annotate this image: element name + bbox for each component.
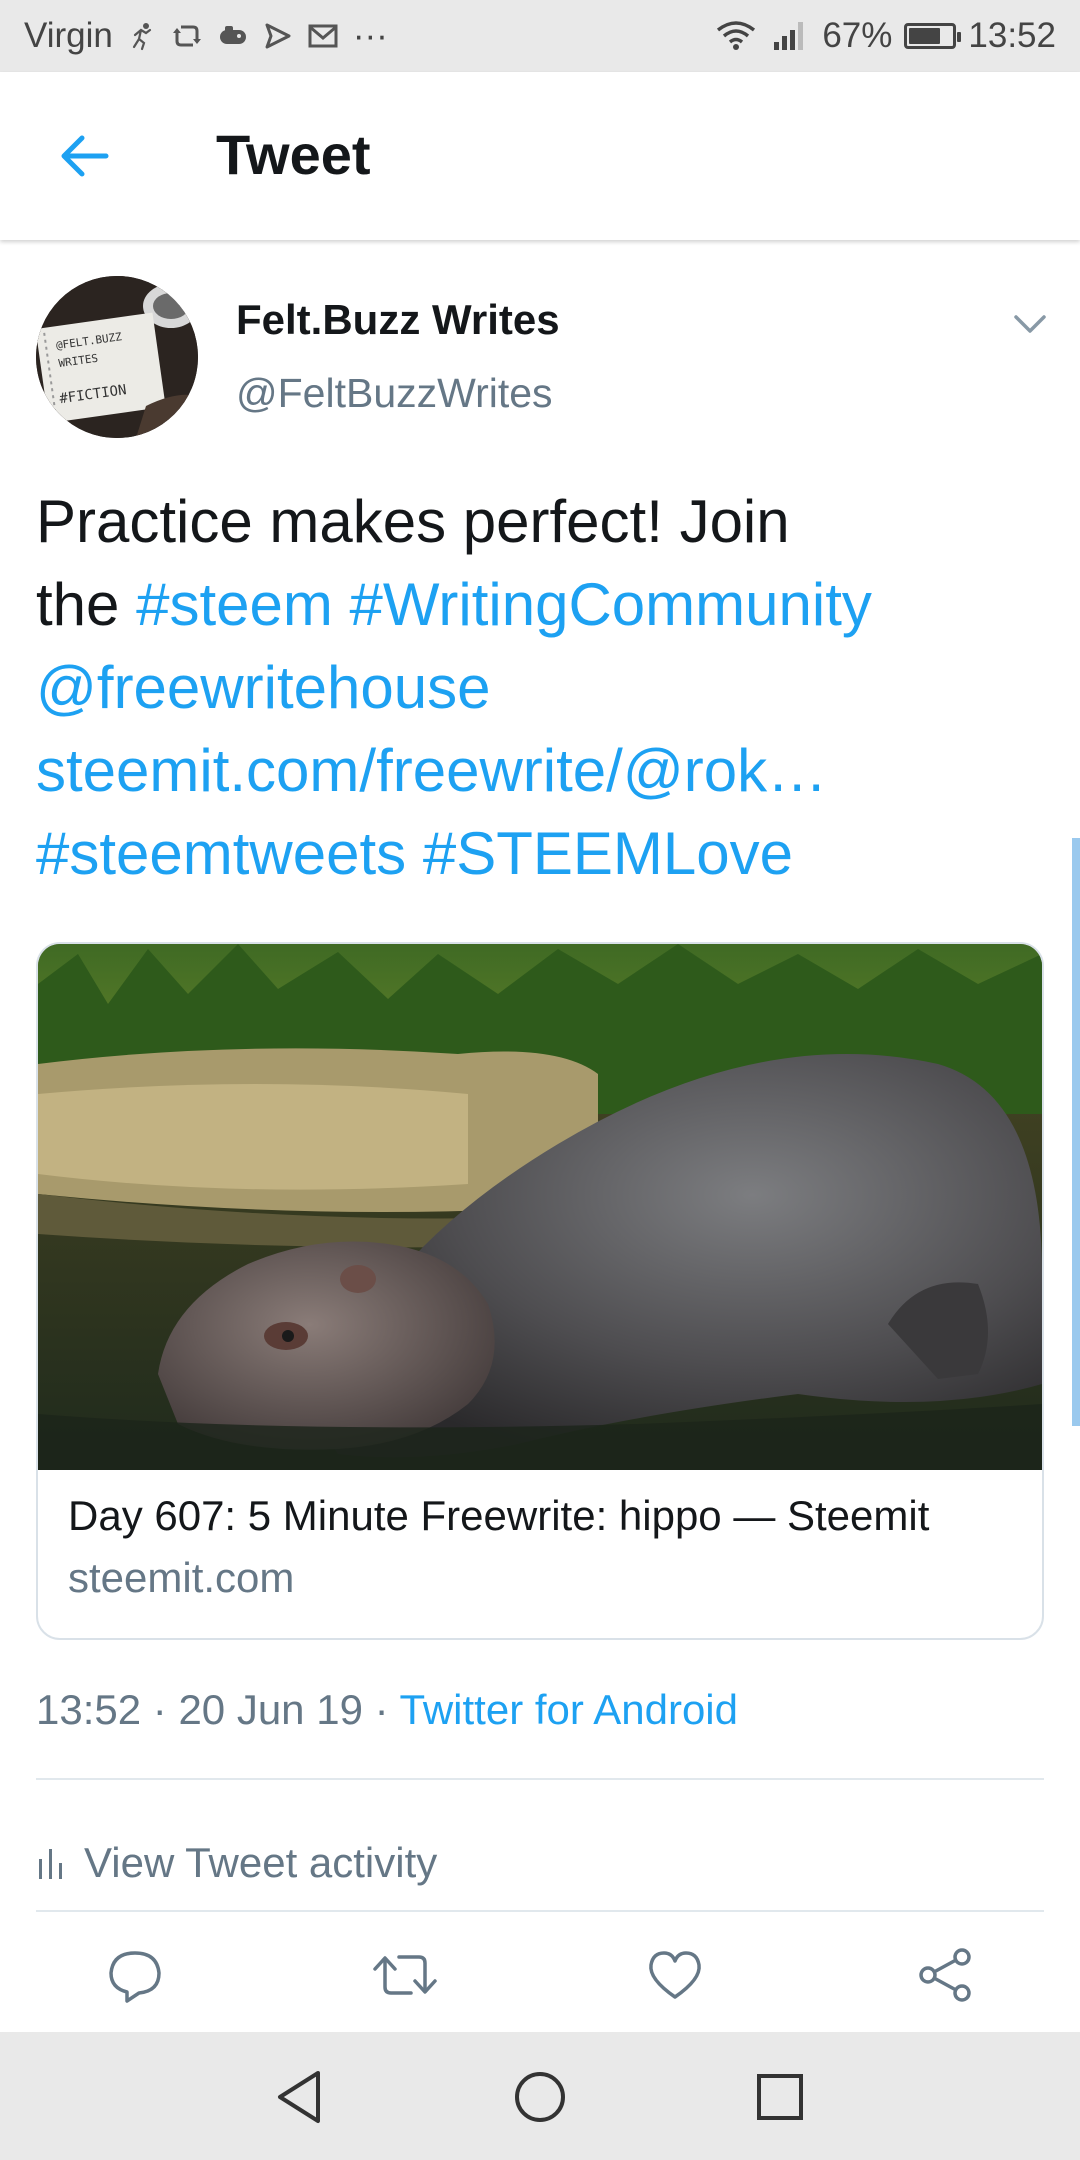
like-button[interactable] <box>630 1930 720 2020</box>
reply-icon <box>109 1951 161 2003</box>
tweet-date: 20 Jun 19 <box>178 1686 363 1733</box>
system-nav-bar <box>0 2032 1080 2160</box>
clock: 13:52 <box>968 16 1056 55</box>
hashtag-steemtweets[interactable]: #steemtweets <box>36 820 406 887</box>
status-right: 67% 13:52 <box>714 16 1056 56</box>
tweet-text-line: the #steem #WritingCommunity <box>36 563 1036 646</box>
status-bar: Virgin ··· 67% 13:52 <box>0 0 1080 72</box>
avatar[interactable]: @FELT.BUZZ WRITES #FICTION <box>36 276 198 438</box>
chevron-down-icon <box>1014 315 1046 333</box>
hashtag-steemlove[interactable]: #STEEMLove <box>423 820 793 887</box>
game-icon <box>217 21 249 51</box>
wifi-icon <box>714 18 758 54</box>
page-title: Tweet <box>216 123 371 186</box>
tweet-meta: 13:52 · 20 Jun 19 · Twitter for Android <box>36 1686 738 1734</box>
home-circle-icon <box>515 2072 565 2122</box>
divider <box>36 1910 1044 1912</box>
tweet-text-line: @freewritehouse <box>36 646 1036 729</box>
nav-home-button[interactable] <box>505 2062 575 2132</box>
meta-separator: · <box>362 1686 400 1733</box>
tweet-source-link[interactable]: Twitter for Android <box>400 1686 738 1733</box>
retweet-icon <box>373 1955 437 1995</box>
tweet-text-line: #steemtweets #STEEMLove <box>36 812 1036 895</box>
battery-icon <box>904 23 962 49</box>
meta-separator: · <box>141 1686 179 1733</box>
avatar-image: @FELT.BUZZ WRITES #FICTION <box>36 276 198 438</box>
battery-level <box>909 28 941 44</box>
retweet-button[interactable] <box>360 1930 450 2020</box>
app-header: Tweet <box>0 72 1080 240</box>
recents-square-icon <box>757 2074 803 2120</box>
bar-chart-icon <box>39 1849 62 1879</box>
tweet-text-line: Practice makes perfect! Join <box>36 488 790 555</box>
author-handle[interactable]: @FeltBuzzWrites <box>236 370 553 417</box>
reply-button[interactable] <box>90 1930 180 2020</box>
activity-label: View Tweet activity <box>84 1839 438 1886</box>
author-name[interactable]: Felt.Buzz Writes <box>236 296 560 344</box>
card-domain: steemit.com <box>68 1554 295 1601</box>
view-tweet-activity-button[interactable]: View Tweet activity <box>36 1818 437 1908</box>
tweet-options-button[interactable] <box>1006 304 1054 344</box>
back-button[interactable] <box>52 124 116 188</box>
link-preview-card[interactable]: Day 607: 5 Minute Freewrite: hippo — Ste… <box>36 942 1044 1640</box>
share-icon <box>919 1948 971 2002</box>
back-triangle-icon <box>278 2071 320 2123</box>
share-button[interactable] <box>900 1930 990 2020</box>
card-title: Day 607: 5 Minute Freewrite: hippo — Ste… <box>68 1492 930 1539</box>
hashtag-steem[interactable]: #steem <box>136 571 333 638</box>
mail-icon <box>307 21 339 51</box>
mention-freewritehouse[interactable]: @freewritehouse <box>36 654 490 721</box>
tweet-text-line: steemit.com/freewrite/@rok… <box>36 729 1036 812</box>
tweet-time: 13:52 <box>36 1686 142 1733</box>
send-icon <box>263 21 293 51</box>
hashtag-writingcommunity[interactable]: #WritingCommunity <box>350 571 872 638</box>
tweet-url-link[interactable]: steemit.com/freewrite/@rok… <box>36 737 827 804</box>
nav-recents-button[interactable] <box>745 2062 815 2132</box>
battery-percent: 67% <box>822 16 893 55</box>
scrollbar[interactable] <box>1072 838 1080 1426</box>
signal-icon <box>770 18 810 54</box>
sync-icon <box>171 21 203 51</box>
arrow-left-icon <box>61 135 109 177</box>
card-image-hippo <box>38 944 1042 1470</box>
divider <box>36 1778 1044 1780</box>
tweet-text: Practice makes perfect! Join the #steem … <box>36 480 1036 895</box>
running-icon <box>127 21 157 51</box>
more-icon: ··· <box>352 16 388 55</box>
nav-back-button[interactable] <box>265 2062 335 2132</box>
carrier-name: Virgin <box>24 16 113 55</box>
status-left: Virgin ··· <box>24 16 388 56</box>
heart-icon <box>649 1951 701 1999</box>
tweet-text-fragment: the <box>36 571 137 638</box>
